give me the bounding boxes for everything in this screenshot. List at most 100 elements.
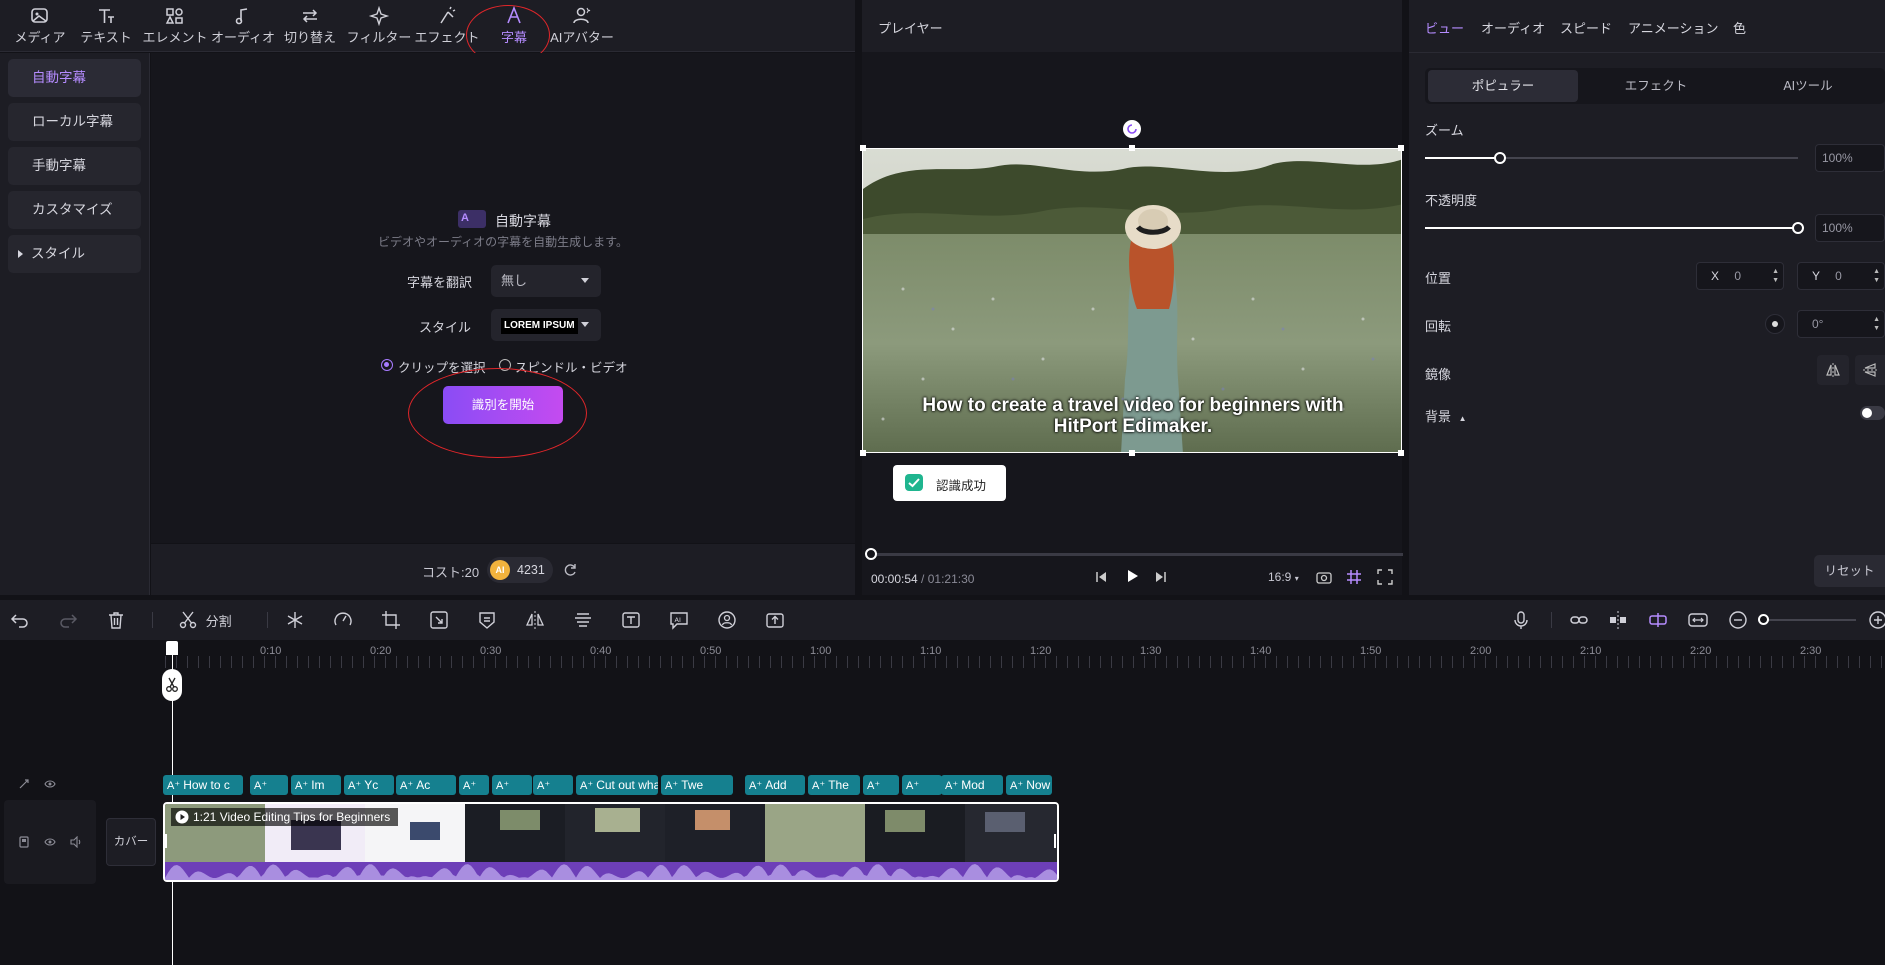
reset-button[interactable]: リセット <box>1814 555 1885 587</box>
text-box-icon[interactable] <box>621 610 641 630</box>
tab-view[interactable]: ビュー <box>1425 18 1464 37</box>
opacity-slider[interactable] <box>1425 227 1798 229</box>
resize-handle[interactable] <box>860 145 866 151</box>
split-marker[interactable] <box>162 669 182 701</box>
toolbar-filter[interactable]: フィルター <box>342 4 416 50</box>
playback-progress-track[interactable] <box>866 553 1403 556</box>
subtitle-clip[interactable]: A⁺ <box>863 775 899 795</box>
segment-ai-tools[interactable]: AIツール <box>1733 70 1883 102</box>
nav-local-subtitle[interactable]: ローカル字幕 <box>8 103 141 141</box>
subtitle-clip[interactable]: A⁺ Cut out wha <box>576 775 658 795</box>
delete-icon[interactable] <box>106 610 126 630</box>
subtitle-clip[interactable]: A⁺ <box>902 775 942 795</box>
person-focus-icon[interactable] <box>717 610 737 630</box>
resize-handle[interactable] <box>1398 450 1404 456</box>
subtitle-clip[interactable]: A⁺ Ac <box>396 775 456 795</box>
nav-customize[interactable]: カスタマイズ <box>8 191 141 229</box>
resize-handle[interactable] <box>1129 450 1135 456</box>
zoom-slider[interactable] <box>1425 157 1798 159</box>
subtitle-clip[interactable]: A⁺ <box>250 775 288 795</box>
toolbar-text[interactable]: テキスト <box>70 4 142 50</box>
segment-effect[interactable]: エフェクト <box>1581 70 1731 102</box>
redo-icon[interactable] <box>58 610 78 630</box>
subtitle-clip[interactable]: A⁺ The <box>808 775 860 795</box>
segment-popular[interactable]: ポピュラー <box>1428 70 1578 102</box>
nav-manual-subtitle[interactable]: 手動字幕 <box>8 147 141 185</box>
mask-icon[interactable] <box>477 610 497 630</box>
video-caption[interactable]: How to create a travel video for beginne… <box>863 395 1401 437</box>
subtitle-clip[interactable]: A⁺ <box>533 775 573 795</box>
style-dropdown[interactable]: LOREM IPSUM <box>491 309 601 341</box>
magnet-icon[interactable] <box>1648 610 1668 630</box>
ai-caption-icon[interactable]: AI <box>669 610 689 630</box>
speed-icon[interactable] <box>333 610 353 630</box>
link-icon[interactable] <box>1569 610 1589 630</box>
mirror-vertical-button[interactable] <box>1855 355 1885 385</box>
rotation-dial-icon[interactable] <box>1765 314 1785 334</box>
subtitle-clip[interactable]: A⁺ How to c <box>163 775 243 795</box>
playhead-knob[interactable] <box>865 548 877 560</box>
zoom-in-icon[interactable] <box>1868 610 1885 630</box>
time-ruler[interactable] <box>165 656 1885 668</box>
stepper-icon[interactable]: ▲ ▼ <box>1873 267 1880 285</box>
playhead-top[interactable] <box>166 641 178 655</box>
refresh-icon[interactable] <box>562 562 578 578</box>
fit-timeline-icon[interactable] <box>1688 610 1708 630</box>
subtitle-clip[interactable]: A⁺ <box>459 775 489 795</box>
flip-icon[interactable] <box>525 610 545 630</box>
mirror-horizontal-button[interactable] <box>1817 355 1849 385</box>
subtitle-clip[interactable]: A⁺ Twe <box>661 775 733 795</box>
subtitle-clip[interactable]: A⁺ Yc <box>344 775 394 795</box>
radio-select-clip[interactable] <box>381 359 393 371</box>
stepper-icon[interactable]: ▲ ▼ <box>1772 267 1779 285</box>
toolbar-element[interactable]: エレメント <box>138 4 212 50</box>
eye-icon[interactable] <box>44 778 56 790</box>
lock-track-icon[interactable] <box>18 778 30 790</box>
trim-handle-right[interactable] <box>1054 834 1056 848</box>
toolbar-ai-avatar[interactable]: AIアバター <box>546 4 618 50</box>
resize-handle[interactable] <box>1129 145 1135 151</box>
split-button[interactable]: 分割 <box>178 610 232 630</box>
subtitle-clip[interactable]: A⁺ <box>492 775 532 795</box>
subtitle-clip[interactable]: A⁺ Add <box>745 775 805 795</box>
position-x-input[interactable]: X 0 ▲ ▼ <box>1696 262 1784 290</box>
play-icon[interactable] <box>1124 568 1140 584</box>
timeline-zoom-slider[interactable] <box>1761 619 1856 621</box>
tab-speed[interactable]: スピード <box>1560 18 1612 37</box>
grid-icon[interactable] <box>1346 569 1362 585</box>
prev-frame-icon[interactable] <box>1094 570 1108 584</box>
position-y-input[interactable]: Y 0 ▲ ▼ <box>1797 262 1885 290</box>
zoom-slider-knob[interactable] <box>1494 152 1506 164</box>
nav-style[interactable]: スタイル <box>8 235 141 273</box>
trim-handle-left[interactable] <box>165 834 167 848</box>
translate-dropdown[interactable]: 無し <box>491 265 601 297</box>
resize-handle[interactable] <box>1398 145 1404 151</box>
microphone-icon[interactable] <box>1511 610 1531 630</box>
aspect-ratio-dropdown[interactable]: 16:9 ▾ <box>1268 570 1299 584</box>
nav-auto-subtitle[interactable]: 自動字幕 <box>8 59 141 97</box>
tab-audio[interactable]: オーディオ <box>1481 18 1545 37</box>
rotation-input[interactable]: 0° ▲ ▼ <box>1797 310 1885 338</box>
cover-button[interactable]: カバー <box>106 818 156 866</box>
subtitle-clip[interactable]: A⁺ Now enjoy <box>1006 775 1052 795</box>
opacity-input[interactable]: 100% <box>1815 214 1885 242</box>
undo-icon[interactable] <box>10 610 30 630</box>
resize-handle[interactable] <box>860 450 866 456</box>
toolbar-audio[interactable]: オーディオ <box>206 4 280 50</box>
opacity-slider-knob[interactable] <box>1792 222 1804 234</box>
background-toggle[interactable] <box>1860 406 1885 420</box>
export-frame-icon[interactable] <box>765 610 785 630</box>
snap-icon[interactable] <box>1608 610 1628 630</box>
fullscreen-icon[interactable] <box>1377 569 1393 585</box>
freeze-icon[interactable] <box>285 610 305 630</box>
next-frame-icon[interactable] <box>1154 570 1168 584</box>
eye-icon[interactable] <box>44 836 56 848</box>
toolbar-transition[interactable]: 切り替え <box>274 4 346 50</box>
subtitle-clip[interactable]: A⁺ Mod <box>941 775 1003 795</box>
crop-icon[interactable] <box>381 610 401 630</box>
background-label[interactable]: 背景 ▲ <box>1425 406 1467 425</box>
timeline-zoom-knob[interactable] <box>1758 614 1769 625</box>
align-icon[interactable] <box>573 610 593 630</box>
video-preview[interactable]: How to create a travel video for beginne… <box>862 148 1402 453</box>
rotate-handle-icon[interactable] <box>1122 119 1142 139</box>
